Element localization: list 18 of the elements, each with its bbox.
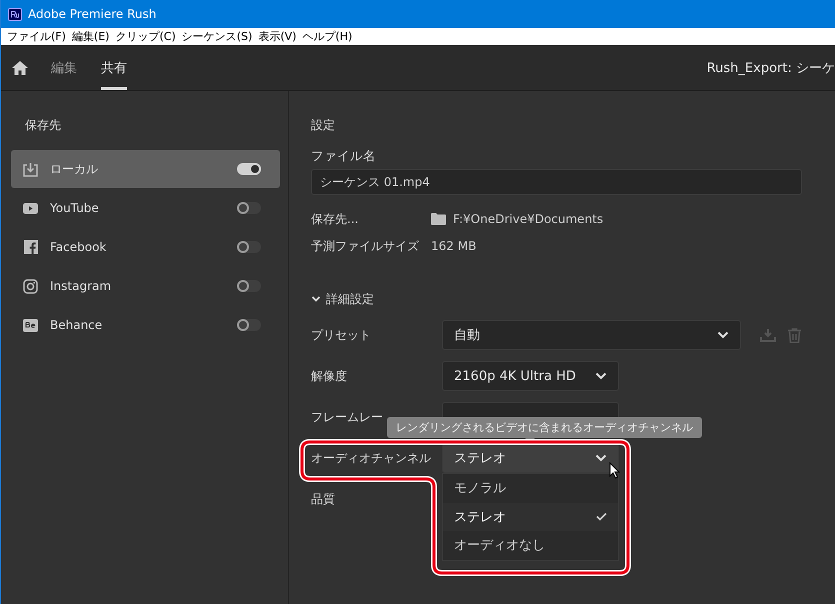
destination-label: YouTube [50,201,100,215]
size-value: 162 MB [431,239,476,253]
window-title: Adobe Premiere Rush [28,7,156,21]
setting-label: プリセット [311,326,371,344]
setting-label: 解像度 [311,368,347,384]
setting-label: 品質 [311,490,335,508]
destination-label: ローカル [50,160,99,178]
section-heading: 保存先 [24,117,61,134]
destination-label: Facebook [50,240,108,254]
size-label: 予測ファイルサイズ [311,238,420,254]
location-label: 保存先... [311,210,360,228]
setting-label: フレームレー [311,408,383,426]
destination-label: Behance [50,318,104,332]
setting-label: オーディオチャンネル [311,450,431,466]
destination-label: Instagram [50,279,112,293]
project-title: Rush_Export: シーケ [706,60,835,76]
section-heading: 設定 [311,117,335,134]
field-label: ファイル名 [311,148,377,165]
